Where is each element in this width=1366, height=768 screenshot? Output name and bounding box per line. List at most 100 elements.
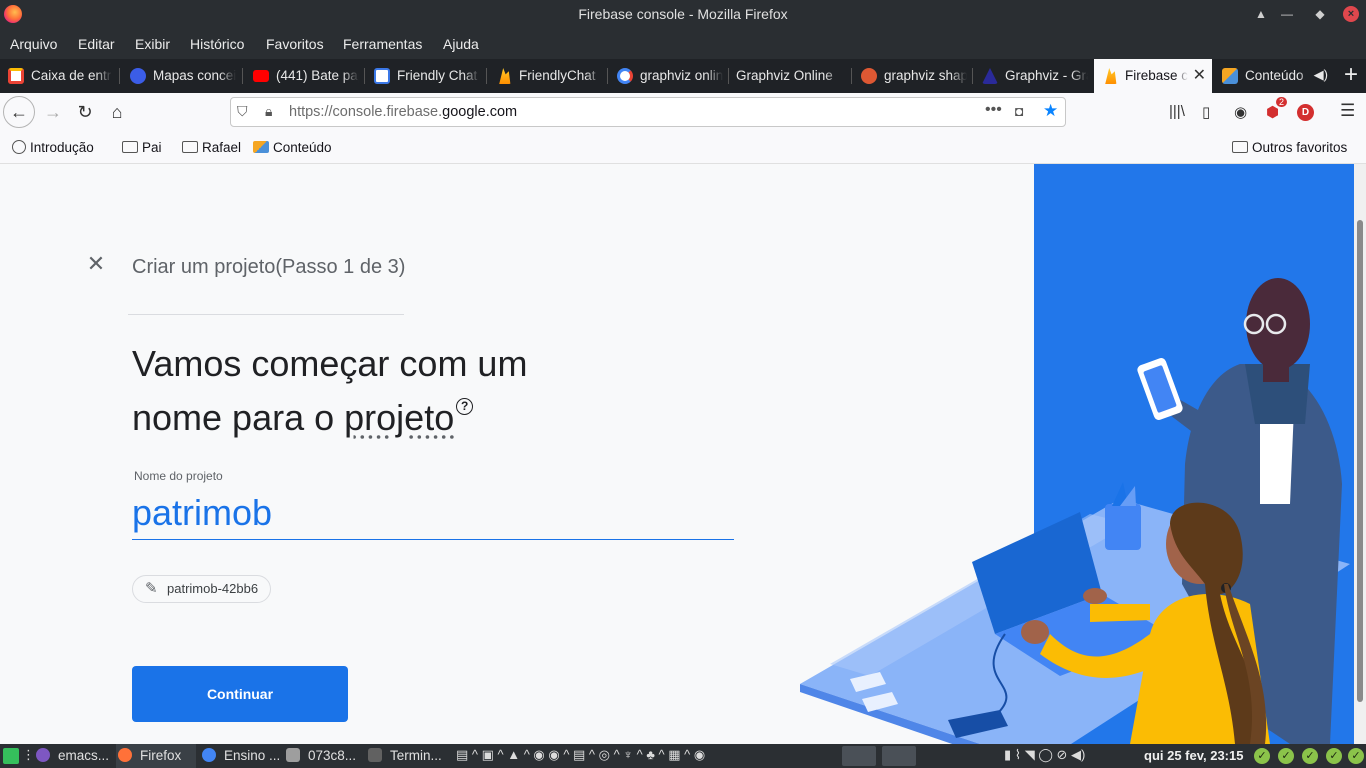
folder-icon: [1232, 141, 1248, 153]
window-title-bar: Firebase console - Mozilla Firefox ▲ — ◆…: [0, 0, 1366, 29]
menu-editar[interactable]: Editar: [78, 36, 115, 52]
url-text[interactable]: https://console.firebase.google.com: [289, 104, 517, 120]
bookmark-star-icon[interactable]: ★: [1043, 101, 1058, 121]
bookmark-conteudo[interactable]: Conteúdo: [253, 140, 332, 155]
bookmark-pai[interactable]: Pai: [122, 140, 162, 155]
tab-strip: Caixa de entrada Mapas conceituais (441)…: [0, 59, 1366, 93]
close-icon[interactable]: ✕: [86, 253, 106, 275]
clock[interactable]: qui 25 fev, 23:15: [1144, 748, 1243, 763]
menu-favoritos[interactable]: Favoritos: [266, 36, 324, 52]
menu-historico[interactable]: Histórico: [190, 36, 244, 52]
launcher-icons[interactable]: ▤ ^ ▣ ^ ▲ ^ ◉ ◉ ^ ▤ ^ ◎ ^ ♆ ^ ♣ ^ ▦ ^ ◉: [456, 747, 705, 763]
active-window-firefox-thumb[interactable]: [842, 746, 876, 766]
pocket-icon[interactable]: ◘: [1015, 103, 1023, 119]
help-icon[interactable]: ?: [456, 398, 474, 415]
tab-firebase-console[interactable]: Firebase console ✕: [1094, 59, 1212, 93]
continue-button[interactable]: Continuar: [132, 666, 348, 722]
system-tray-icons[interactable]: ▮ ⌇ ◥ ◯ ⊘ ◀): [1004, 747, 1085, 763]
tab-mapas[interactable]: Mapas conceituais: [122, 59, 240, 93]
pencil-icon: ✎: [145, 580, 158, 597]
chat-icon: [374, 68, 390, 84]
reload-button[interactable]: ↻: [70, 97, 100, 127]
back-button[interactable]: ←: [3, 96, 35, 128]
note-icon: [1222, 68, 1238, 84]
account-avatar[interactable]: D: [1297, 104, 1314, 121]
tab-label: Graphviz - Graph: [1005, 68, 1088, 83]
menu-ferramentas[interactable]: Ferramentas: [343, 36, 422, 52]
menu-ajuda[interactable]: Ajuda: [443, 36, 479, 52]
tab-friendlychat[interactable]: FriendlyChat: [488, 59, 606, 93]
task-firefox[interactable]: Firefox: [116, 744, 196, 768]
duckduckgo-icon: [861, 68, 877, 84]
menu-bar: Arquivo Editar Exibir Histórico Favorito…: [0, 29, 1366, 59]
folder-icon: [182, 141, 198, 153]
hamburger-menu-icon[interactable]: ☰: [1340, 101, 1355, 121]
tab-friendly-chat[interactable]: Friendly Chat: [366, 59, 484, 93]
tab-youtube[interactable]: (441) Bate papo: [245, 59, 363, 93]
google-icon: [617, 68, 633, 84]
sidebar-icon[interactable]: ▯: [1202, 103, 1210, 121]
emacs-icon: [36, 748, 50, 762]
maximize-button[interactable]: ◆: [1309, 3, 1331, 25]
tab-conteudo[interactable]: Conteúdo ◀): [1214, 59, 1332, 93]
headline-text: Vamos começar com um nome para o: [132, 343, 528, 438]
extension-globe-icon[interactable]: ◉: [1234, 103, 1247, 121]
update-check-icon[interactable]: ✓: [1326, 748, 1342, 764]
scrollbar-thumb[interactable]: [1357, 220, 1363, 702]
tab-label: Mapas conceituais: [153, 68, 236, 83]
minimize-button[interactable]: —: [1276, 3, 1298, 25]
firebase-icon: [499, 68, 511, 84]
shield-icon[interactable]: ⛉: [237, 103, 248, 120]
page-title: Vamos começar com um nome para o projeto…: [132, 337, 612, 445]
update-check-icon[interactable]: ✓: [1302, 748, 1318, 764]
update-check-icon[interactable]: ✓: [1348, 748, 1364, 764]
tab-gmail[interactable]: Caixa de entrada: [0, 59, 116, 93]
address-bar[interactable]: ⛉ 🔒︎ https://console.firebase.google.com…: [230, 97, 1066, 127]
task-terminal[interactable]: Termin...: [366, 744, 448, 768]
close-tab-icon[interactable]: ✕: [1193, 65, 1206, 85]
library-icon[interactable]: |||\: [1169, 103, 1185, 120]
project-id-chip[interactable]: ✎ patrimob-42bb6: [132, 575, 272, 603]
window-title: Firebase console - Mozilla Firefox: [578, 6, 788, 22]
tab-graphviz-shapes[interactable]: graphviz shapes: [853, 59, 971, 93]
bookmark-rafael[interactable]: Rafael: [182, 140, 241, 155]
tab-graphviz-online[interactable]: Graphviz Online: [730, 59, 850, 93]
close-window-button[interactable]: ×: [1343, 6, 1359, 22]
gmail-icon: [8, 68, 24, 84]
project-name-label: Nome do projeto: [134, 469, 223, 483]
forward-button[interactable]: →: [38, 97, 68, 127]
home-button[interactable]: ⌂: [102, 97, 132, 127]
note-icon: [253, 141, 269, 153]
project-name-input[interactable]: [132, 486, 734, 540]
task-folder[interactable]: 073c8...: [284, 744, 362, 768]
lock-icon[interactable]: 🔒︎: [265, 103, 272, 120]
globe-icon: [12, 140, 26, 154]
active-window-emacs-thumb[interactable]: [882, 746, 916, 766]
new-tab-button[interactable]: +: [1344, 63, 1358, 87]
tab-graphviz-graph[interactable]: Graphviz - Graph: [974, 59, 1092, 93]
bookmark-introducao[interactable]: Introdução: [12, 140, 94, 155]
speaker-icon[interactable]: ◀): [1314, 67, 1328, 83]
divider: [128, 314, 404, 315]
tab-graphviz-search[interactable]: graphviz online: [609, 59, 727, 93]
firefox-icon: [118, 748, 132, 762]
step-indicator: Criar um projeto(Passo 1 de 3): [132, 256, 406, 278]
tab-label: graphviz online: [640, 68, 723, 83]
chrome-icon: [202, 748, 216, 762]
menu-exibir[interactable]: Exibir: [135, 36, 170, 52]
graphviz-icon: [982, 68, 998, 84]
update-check-icon[interactable]: ✓: [1254, 748, 1270, 764]
manjaro-menu-icon[interactable]: [3, 748, 19, 764]
page-scrollbar[interactable]: [1354, 164, 1366, 744]
tab-label: Conteúdo: [1245, 68, 1304, 83]
bookmark-outros-favoritos[interactable]: Outros favoritos: [1232, 140, 1347, 155]
menu-arquivo[interactable]: Arquivo: [10, 36, 57, 52]
addon-badge: 2: [1276, 97, 1288, 107]
update-check-icon[interactable]: ✓: [1278, 748, 1294, 764]
task-emacs[interactable]: emacs...: [34, 744, 112, 768]
task-chrome[interactable]: Ensino ...: [200, 744, 282, 768]
project-id-text: patrimob-42bb6: [167, 581, 259, 596]
page-actions-icon[interactable]: •••: [985, 101, 1002, 119]
keep-above-icon[interactable]: ▲: [1250, 3, 1272, 25]
project-term-link[interactable]: projeto: [344, 397, 454, 438]
